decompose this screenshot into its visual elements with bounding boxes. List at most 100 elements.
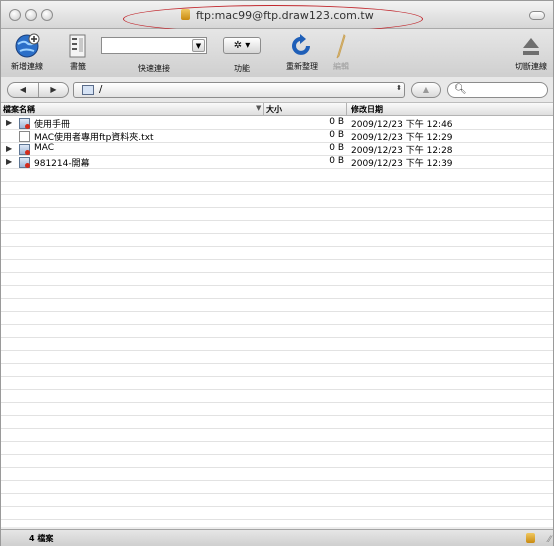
disclosure-triangle-icon[interactable]: ▶ bbox=[6, 157, 12, 166]
file-name: 981214-開幕 bbox=[34, 159, 90, 169]
file-list: 檔案名稱 ▼ 大小 修改日期 ▶ 使用手冊 0 B 2009/12/23 下午 … bbox=[1, 103, 553, 527]
folder-icon bbox=[82, 85, 94, 95]
globe-icon bbox=[15, 33, 40, 58]
resize-grip-icon[interactable]: ⁄⁄ bbox=[548, 535, 551, 545]
toolbar: 新增連線 書籤 ▼ 快速連接 ✲ ▾ 功能 重新整理 編輯 切斷連線 bbox=[1, 29, 553, 77]
empty-list-row bbox=[1, 507, 553, 520]
folder-icon bbox=[19, 157, 30, 168]
new-connection-label: 新增連線 bbox=[11, 62, 43, 71]
window-title: ftp:mac99@ftp.draw123.com.tw bbox=[181, 9, 374, 22]
file-modified: 2009/12/23 下午 12:46 bbox=[351, 120, 453, 130]
edit-label: 編輯 bbox=[333, 62, 349, 71]
edit-button[interactable]: 編輯 bbox=[329, 29, 353, 72]
refresh-button[interactable]: 重新整理 bbox=[281, 29, 323, 72]
file-name: 使用手冊 bbox=[34, 120, 71, 130]
quick-connect-label: 快速連接 bbox=[138, 64, 170, 73]
parent-folder-button[interactable]: ▲ bbox=[411, 82, 441, 98]
empty-list-row bbox=[1, 325, 553, 338]
file-modified: 2009/12/23 下午 12:39 bbox=[351, 159, 453, 169]
empty-list-row bbox=[1, 286, 553, 299]
empty-list-row bbox=[1, 195, 553, 208]
file-size: 0 B bbox=[329, 130, 344, 140]
empty-list-row bbox=[1, 442, 553, 455]
table-row[interactable]: ▶ 981214-開幕 0 B 2009/12/23 下午 12:39 bbox=[1, 156, 553, 169]
empty-list-row bbox=[1, 299, 553, 312]
quick-connect-input[interactable]: ▼ bbox=[101, 37, 207, 54]
empty-list-row bbox=[1, 429, 553, 442]
column-divider[interactable] bbox=[346, 103, 347, 116]
empty-list-row bbox=[1, 377, 553, 390]
eject-icon bbox=[523, 38, 539, 55]
bookmarks-icon bbox=[69, 34, 86, 58]
file-size: 0 B bbox=[329, 143, 344, 153]
empty-list-row bbox=[1, 221, 553, 234]
column-header-size[interactable]: 大小 bbox=[266, 104, 282, 115]
empty-list-row bbox=[1, 247, 553, 260]
path-stepper-icon: ⬍ bbox=[396, 84, 402, 92]
disclosure-triangle-icon[interactable]: ▶ bbox=[6, 144, 12, 153]
table-row[interactable]: ▶ MAC 0 B 2009/12/23 下午 12:28 bbox=[1, 143, 553, 156]
functions-button[interactable]: ✲ ▾ bbox=[223, 37, 261, 54]
window-title-text: ftp:mac99@ftp.draw123.com.tw bbox=[196, 9, 374, 22]
new-connection-button[interactable]: 新增連線 bbox=[7, 29, 47, 72]
current-path: / bbox=[99, 84, 103, 95]
empty-list-row bbox=[1, 416, 553, 429]
table-row[interactable]: ▶ 使用手冊 0 B 2009/12/23 下午 12:46 bbox=[1, 117, 553, 130]
bookmarks-label: 書籤 bbox=[70, 62, 86, 71]
document-icon bbox=[19, 131, 30, 142]
empty-list-row bbox=[1, 455, 553, 468]
search-input[interactable]: 🔍︎ bbox=[447, 82, 548, 98]
empty-list-row bbox=[1, 260, 553, 273]
ftp-browser-window: ftp:mac99@ftp.draw123.com.tw 新增連線 書籤 ▼ 快… bbox=[0, 0, 554, 546]
folder-icon bbox=[19, 118, 30, 129]
list-header: 檔案名稱 ▼ 大小 修改日期 bbox=[1, 103, 553, 116]
refresh-icon bbox=[292, 34, 310, 55]
item-count: 4 檔案 bbox=[29, 534, 54, 543]
path-popup[interactable]: / ⬍ bbox=[73, 82, 405, 98]
sort-descending-icon: ▼ bbox=[256, 104, 262, 112]
minimize-window-button[interactable] bbox=[25, 9, 37, 21]
column-header-name[interactable]: 檔案名稱 bbox=[3, 104, 35, 115]
table-row[interactable]: MAC使用者專用ftp資料夾.txt 0 B 2009/12/23 下午 12:… bbox=[1, 130, 553, 143]
empty-list-row bbox=[1, 351, 553, 364]
empty-list-row bbox=[1, 390, 553, 403]
empty-list-row bbox=[1, 169, 553, 182]
quick-connect-label-wrap: 快速連接 bbox=[119, 63, 189, 74]
file-modified: 2009/12/23 下午 12:28 bbox=[351, 146, 453, 156]
toolbar-toggle-button[interactable] bbox=[529, 11, 545, 20]
file-name: MAC使用者專用ftp資料夾.txt bbox=[34, 133, 154, 143]
forward-button[interactable]: ▶ bbox=[38, 83, 68, 97]
history-nav: ◀ ▶ bbox=[7, 82, 69, 98]
column-divider[interactable] bbox=[263, 103, 264, 116]
disconnect-button[interactable]: 切斷連線 bbox=[511, 29, 551, 72]
ftp-lock-icon bbox=[181, 9, 190, 20]
refresh-label: 重新整理 bbox=[286, 62, 318, 71]
quick-connect-dropdown-icon[interactable]: ▼ bbox=[192, 39, 205, 52]
file-name: MAC bbox=[34, 143, 55, 153]
bookmarks-button[interactable]: 書籤 bbox=[63, 29, 93, 72]
empty-list-row bbox=[1, 273, 553, 286]
lock-icon bbox=[526, 533, 535, 543]
title-bar: ftp:mac99@ftp.draw123.com.tw bbox=[1, 1, 553, 33]
empty-list-row bbox=[1, 494, 553, 507]
disclosure-triangle-icon[interactable]: ▶ bbox=[6, 118, 12, 127]
zoom-window-button[interactable] bbox=[41, 9, 53, 21]
search-icon: 🔍︎ bbox=[454, 84, 467, 95]
column-header-modified[interactable]: 修改日期 bbox=[351, 104, 383, 115]
empty-list-row bbox=[1, 403, 553, 416]
pencil-icon bbox=[336, 34, 346, 59]
file-size: 0 B bbox=[329, 117, 344, 127]
file-modified: 2009/12/23 下午 12:29 bbox=[351, 133, 453, 143]
empty-list-row bbox=[1, 338, 553, 351]
empty-list-row bbox=[1, 208, 553, 221]
close-window-button[interactable] bbox=[9, 9, 21, 21]
functions-label: 功能 bbox=[234, 64, 250, 73]
file-rows: ▶ 使用手冊 0 B 2009/12/23 下午 12:46 MAC使用者專用f… bbox=[1, 117, 553, 520]
disconnect-label: 切斷連線 bbox=[515, 62, 547, 71]
empty-list-row bbox=[1, 481, 553, 494]
path-bar: ◀ ▶ / ⬍ ▲ 🔍︎ bbox=[1, 77, 553, 103]
back-button[interactable]: ◀ bbox=[8, 83, 38, 97]
empty-list-row bbox=[1, 182, 553, 195]
empty-list-row bbox=[1, 312, 553, 325]
folder-icon bbox=[19, 144, 30, 155]
